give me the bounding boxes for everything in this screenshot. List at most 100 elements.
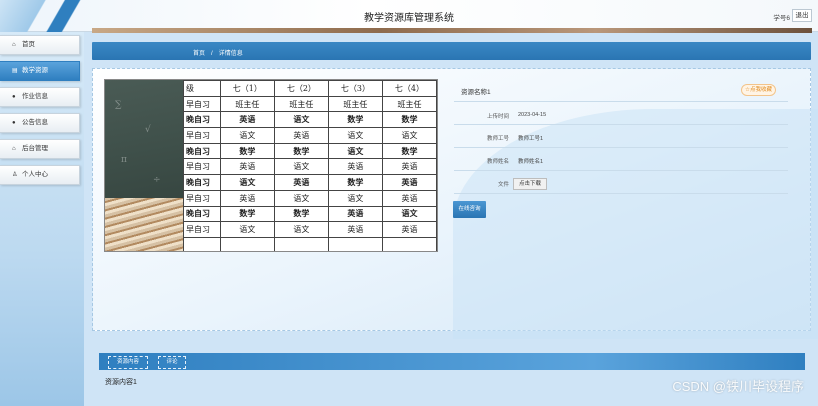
favorite-button[interactable]: ☆点我收藏 bbox=[741, 84, 776, 96]
timetable-cell: 英语 bbox=[327, 205, 383, 223]
panel-decoration bbox=[453, 109, 818, 339]
timetable-cell: 晚自习 bbox=[183, 111, 221, 129]
resource-image: ∑ √ π ÷ 级七（1） 七（2） 七（3） 七（4） 早自习 班主任 班主任 班主任 班主任… bbox=[104, 79, 438, 252]
sidebar-item-label: 作业信息 bbox=[22, 93, 48, 100]
teacher-id-label: 教师工号 bbox=[486, 136, 509, 142]
download-button[interactable]: 点击下载 bbox=[513, 178, 547, 190]
timetable-row: 晚自习 数学 数学 英语 语文 bbox=[183, 205, 437, 223]
upload-time-value: 2023-04-15 bbox=[518, 112, 547, 118]
timetable-cell: 语文 bbox=[273, 189, 329, 207]
header: 教学资源库管理系统 学号6 退出 bbox=[0, 0, 818, 33]
book-icon: ▤ bbox=[12, 68, 18, 74]
user-icon: ♙ bbox=[12, 172, 18, 178]
timetable-cell: 英语 bbox=[327, 221, 383, 238]
tab-comments[interactable]: 评论 bbox=[158, 356, 186, 369]
timetable-cell: 早自习 bbox=[183, 189, 221, 207]
breadcrumb: 首页 / 详情信息 bbox=[190, 48, 246, 57]
divider bbox=[454, 193, 788, 194]
timetable-header-cell: 七（4） bbox=[381, 80, 437, 97]
breadcrumb-bar: 首页 / 详情信息 bbox=[92, 42, 811, 60]
logout-button[interactable]: 退出 bbox=[792, 9, 812, 22]
timetable-cell: 语文 bbox=[327, 127, 383, 144]
app-title: 教学资源库管理系统 bbox=[364, 13, 454, 24]
timetable-cell: 英语 bbox=[381, 158, 437, 176]
timetable-cell: 晚自习 bbox=[183, 205, 221, 223]
timetable-cell: 班主任 bbox=[219, 95, 275, 113]
file-label: 文件 bbox=[497, 182, 509, 188]
timetable-row: 早自习 语文 英语 语文 语文 bbox=[183, 127, 437, 144]
timetable-cell: 晚自习 bbox=[183, 174, 221, 191]
sidebar-item-label: 个人中心 bbox=[22, 171, 48, 178]
header-banner-strip bbox=[92, 28, 812, 33]
sidebar-item-label: 教学资源 bbox=[22, 67, 48, 74]
help-icon: ● bbox=[12, 120, 16, 126]
divider bbox=[454, 147, 788, 148]
sidebar-item-label: 首页 bbox=[22, 41, 35, 48]
timetable-row: 早自习 语文 语文 英语 英语 bbox=[183, 221, 437, 238]
timetable-cell: 数学 bbox=[273, 142, 329, 160]
timetable-cell: 英语 bbox=[381, 221, 437, 238]
sidebar-item-announcements[interactable]: ● 公告信息 bbox=[0, 113, 80, 133]
timetable-cell: 班主任 bbox=[381, 95, 437, 113]
timetable-header-cell: 七（1） bbox=[219, 80, 275, 97]
timetable-cell bbox=[327, 236, 383, 251]
sidebar-item-profile[interactable]: ♙ 个人中心 bbox=[0, 165, 80, 185]
timetable-cell: 语文 bbox=[381, 205, 437, 223]
timetable-row: 晚自习 英语 语文 数学 数学 bbox=[183, 111, 437, 129]
timetable-cell bbox=[219, 236, 275, 251]
online-consult-button[interactable]: 在线咨询 bbox=[453, 201, 486, 218]
timetable-cell: 晚自习 bbox=[183, 142, 221, 160]
timetable-cell: 早自习 bbox=[183, 127, 221, 144]
breadcrumb-current: 详情信息 bbox=[218, 51, 243, 57]
resource-content-text: 资源内容1 bbox=[105, 379, 137, 386]
teacher-name-value: 教师姓名1 bbox=[518, 159, 544, 165]
timetable-cell: 语文 bbox=[219, 127, 275, 144]
books-illustration bbox=[105, 198, 183, 251]
sidebar-item-homework[interactable]: ● 作业信息 bbox=[0, 87, 80, 107]
sidebar-item-resources[interactable]: ▤ 教学资源 bbox=[0, 61, 80, 81]
info-icon: ● bbox=[12, 94, 16, 100]
timetable-cell: 语文 bbox=[273, 111, 329, 129]
timetable-cell: 早自习 bbox=[183, 158, 221, 176]
sidebar-item-admin[interactable]: ⌂ 后台管理 bbox=[0, 139, 80, 159]
timetable-row: 晚自习 数学 数学 语文 数学 bbox=[183, 142, 437, 160]
timetable-cell: 英语 bbox=[219, 111, 275, 129]
timetable-cell bbox=[381, 236, 437, 251]
timetable-cell: 语文 bbox=[327, 189, 383, 207]
content-tabs-bar bbox=[99, 353, 805, 370]
timetable-cell: 英语 bbox=[273, 174, 329, 191]
timetable-row bbox=[183, 236, 437, 251]
timetable-cell: 语文 bbox=[219, 174, 275, 191]
timetable-cell: 数学 bbox=[327, 174, 383, 191]
sidebar-item-label: 公告信息 bbox=[22, 119, 48, 126]
timetable-header-cell: 七（3） bbox=[327, 80, 383, 97]
timetable-cell: 语文 bbox=[327, 142, 383, 160]
timetable-cell: 班主任 bbox=[273, 95, 329, 113]
timetable-row: 早自习 班主任 班主任 班主任 班主任 bbox=[183, 95, 437, 113]
timetable-cell: 英语 bbox=[381, 174, 437, 191]
tab-resource-content[interactable]: 资源内容 bbox=[108, 356, 148, 369]
timetable-cell: 数学 bbox=[273, 205, 329, 223]
sidebar-item-label: 后台管理 bbox=[22, 145, 48, 152]
timetable-row: 早自习 英语 语文 语文 英语 bbox=[183, 189, 437, 207]
timetable: 级七（1） 七（2） 七（3） 七（4） 早自习 班主任 班主任 班主任 班主任 晚自习 英语 语文数… bbox=[183, 80, 437, 251]
timetable-cell: 英语 bbox=[381, 189, 437, 207]
divider bbox=[454, 124, 788, 125]
resource-name: 资源名称1 bbox=[461, 89, 491, 96]
watermark: CSDN @铁川毕设程序 bbox=[672, 379, 804, 394]
timetable-header-cell: 级 bbox=[183, 80, 221, 97]
timetable-cell: 早自习 bbox=[183, 221, 221, 238]
timetable-row: 早自习 英语 语文 英语 英语 bbox=[183, 158, 437, 176]
breadcrumb-home-link[interactable]: 首页 bbox=[193, 51, 205, 57]
timetable-header-row: 级七（1） 七（2） 七（3） 七（4） bbox=[183, 80, 437, 97]
breadcrumb-separator: / bbox=[211, 51, 213, 57]
sidebar-item-home[interactable]: ⌂ 首页 bbox=[0, 35, 80, 55]
upload-time-label: 上传时间 bbox=[486, 114, 509, 120]
timetable-cell: 英语 bbox=[273, 127, 329, 144]
user-name: 学号6 bbox=[773, 15, 790, 22]
timetable-cell: 语文 bbox=[273, 158, 329, 176]
timetable-row: 晚自习 语文 英语 数学 英语 bbox=[183, 174, 437, 191]
lock-icon: ⌂ bbox=[12, 146, 16, 152]
timetable-cell: 数学 bbox=[381, 111, 437, 129]
timetable-cell: 数学 bbox=[327, 111, 383, 129]
